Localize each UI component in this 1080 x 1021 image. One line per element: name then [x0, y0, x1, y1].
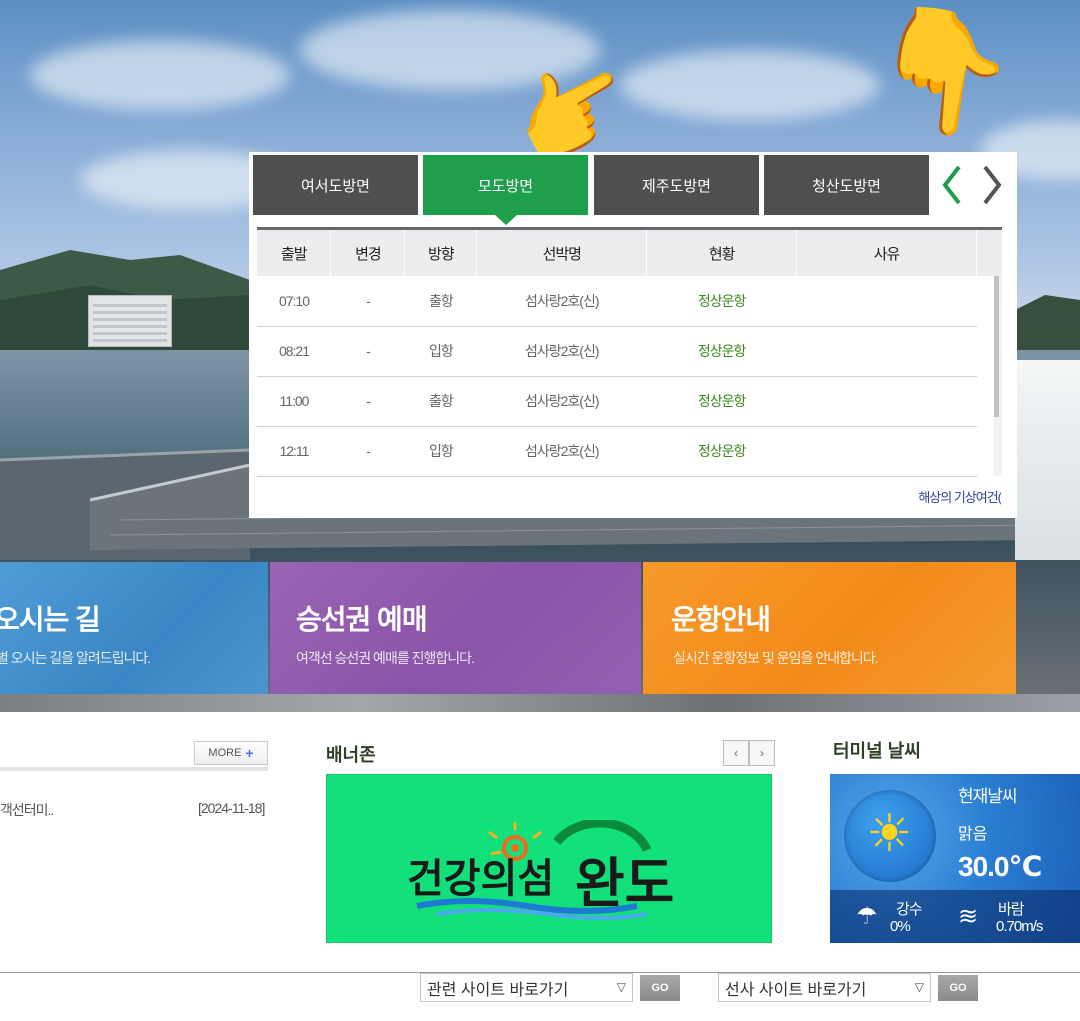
operation-info-banner[interactable]: 운항안내 실시간 운항정보 및 운임을 안내합니다.	[643, 562, 1016, 694]
reason-cell	[796, 376, 977, 427]
weather-temperature: 30.0℃	[958, 851, 1042, 882]
ship-cell: 섬사랑2호(신)	[476, 276, 647, 327]
change-cell: -	[330, 426, 405, 477]
change-cell: -	[330, 376, 405, 427]
shipping-site-go-button[interactable]: GO	[938, 975, 978, 1001]
banner-next-button[interactable]: ›	[749, 740, 775, 766]
wando-logo-text: 건강의섬	[407, 856, 554, 902]
shipping-site-select-value: 선사 사이트 바로가기	[725, 981, 867, 999]
direction-cell: 출항	[404, 376, 477, 427]
chevron-down-icon: ▽	[616, 980, 626, 994]
ferry-schedule-panel: 여서도방면 모도방면 제주도방면 청산도방면 출발 변경 방향 선박명 현황 사…	[249, 152, 1017, 518]
direction-cell: 출항	[404, 276, 477, 327]
banner-zone-title: 배너존	[326, 745, 376, 765]
next-tab-icon[interactable]	[977, 163, 1007, 207]
feature-subtitle: 실시간 운항정보 및 운임을 안내합니다.	[673, 650, 879, 666]
wind-value: 0.70m/s	[996, 918, 1043, 935]
tab-cheongsando[interactable]: 청산도방면	[764, 155, 929, 215]
wando-logo: 건강의섬 완도	[407, 820, 674, 920]
column-header: 변경	[330, 230, 406, 276]
status-cell: 정상운항	[646, 276, 797, 327]
sun-icon: ☀	[866, 804, 913, 864]
feature-title: 승선권 예매	[296, 604, 428, 635]
table-row: 08:21 - 입항 섬사랑2호(신) 정상운항	[257, 326, 977, 377]
weather-widget: ☀ 현재날씨 맑음 30.0℃ ☂ 강수 0% ≋ 바람 0.70m/s	[830, 774, 1080, 943]
weather-icon-frame: ☀	[844, 790, 936, 882]
tab-jejudo[interactable]: 제주도방면	[594, 155, 759, 215]
rain-label: 강수	[896, 901, 923, 918]
column-header: 선박명	[476, 230, 648, 276]
notice-item[interactable]: 객선터미..	[0, 800, 54, 820]
change-cell: -	[330, 276, 405, 327]
wind-icon: ≋	[958, 902, 979, 930]
chevron-down-icon: ▽	[914, 980, 924, 994]
status-cell: 정상운항	[646, 326, 797, 377]
related-site-go-button[interactable]: GO	[640, 975, 680, 1001]
ticket-booking-banner[interactable]: 승선권 예매 여객선 승선권 예매를 진행합니다.	[270, 562, 641, 694]
related-site-select-value: 관련 사이트 바로가기	[427, 981, 569, 999]
umbrella-icon: ☂	[856, 902, 878, 930]
weather-details: ☂ 강수 0% ≋ 바람 0.70m/s	[830, 890, 1080, 943]
tab-modo[interactable]: 모도방면	[423, 155, 588, 225]
tab-yeoseodo[interactable]: 여서도방면	[253, 155, 418, 215]
pointing-hand-icon: 👇	[861, 0, 1026, 150]
feature-title: 오시는 길	[0, 604, 101, 635]
reason-cell	[796, 276, 977, 327]
table-scrollbar[interactable]	[994, 276, 1002, 476]
departure-cell: 08:21	[257, 326, 331, 377]
departure-cell: 11:00	[257, 376, 331, 427]
current-weather-label: 현재날씨	[958, 787, 1018, 806]
more-label: MORE	[208, 747, 242, 759]
terminal-weather-title: 터미널 날씨	[833, 741, 921, 761]
column-header: 현황	[646, 230, 798, 276]
prev-tab-icon[interactable]	[937, 163, 967, 207]
column-header: 출발	[257, 230, 332, 276]
table-row: 12:11 - 입항 섬사랑2호(신) 정상운항	[257, 426, 977, 477]
change-cell: -	[330, 326, 405, 377]
status-cell: 정상운항	[646, 376, 797, 427]
ship-cell: 섬사랑2호(신)	[476, 426, 647, 477]
table-row: 11:00 - 출항 섬사랑2호(신) 정상운항	[257, 376, 977, 427]
rain-value: 0%	[890, 918, 911, 935]
reason-cell	[796, 326, 977, 377]
direction-cell: 입항	[404, 326, 477, 377]
chevron-left-icon: ‹	[734, 746, 738, 760]
feature-subtitle: 별 오시는 길을 알려드립니다.	[0, 650, 151, 666]
notice-divider	[0, 767, 268, 771]
banner-prev-button[interactable]: ‹	[723, 740, 749, 766]
reason-cell	[796, 426, 977, 477]
wando-banner[interactable]: 건강의섬 완도	[326, 774, 772, 943]
feature-title: 운항안내	[671, 604, 771, 635]
shipping-site-select[interactable]: 선사 사이트 바로가기 ▽	[718, 973, 931, 1002]
decorative-strip	[0, 694, 1080, 712]
wind-label: 바람	[998, 901, 1025, 918]
related-site-select[interactable]: 관련 사이트 바로가기 ▽	[420, 973, 633, 1002]
departure-cell: 07:10	[257, 276, 331, 327]
directions-banner[interactable]: 오시는 길 별 오시는 길을 알려드립니다.	[0, 562, 268, 694]
ship-cell: 섬사랑2호(신)	[476, 326, 647, 377]
route-tabs: 여서도방면 모도방면 제주도방면 청산도방면	[253, 155, 1013, 225]
chevron-right-icon: ›	[760, 746, 764, 760]
column-header: 방향	[404, 230, 478, 276]
feature-subtitle: 여객선 승선권 예매를 진행합니다.	[296, 650, 475, 666]
departure-cell: 12:11	[257, 426, 331, 477]
more-button[interactable]: MORE +	[194, 741, 268, 765]
status-cell: 정상운항	[646, 426, 797, 477]
table-row: 07:10 - 출항 섬사랑2호(신) 정상운항	[257, 276, 977, 327]
notice-date: [2024-11-18]	[198, 800, 265, 816]
weather-condition: 맑음	[958, 826, 988, 843]
weather-notice-link[interactable]: 해상의 기상여건(	[891, 487, 1001, 506]
scrollbar-thumb[interactable]	[994, 276, 999, 417]
column-header: 사유	[796, 230, 977, 276]
schedule-table: 출발 변경 방향 선박명 현황 사유 07:10 - 출항 섬사랑2호(신) 정…	[257, 227, 1002, 477]
plus-icon: +	[245, 745, 254, 761]
ship-cell: 섬사랑2호(신)	[476, 376, 647, 427]
direction-cell: 입항	[404, 426, 477, 477]
